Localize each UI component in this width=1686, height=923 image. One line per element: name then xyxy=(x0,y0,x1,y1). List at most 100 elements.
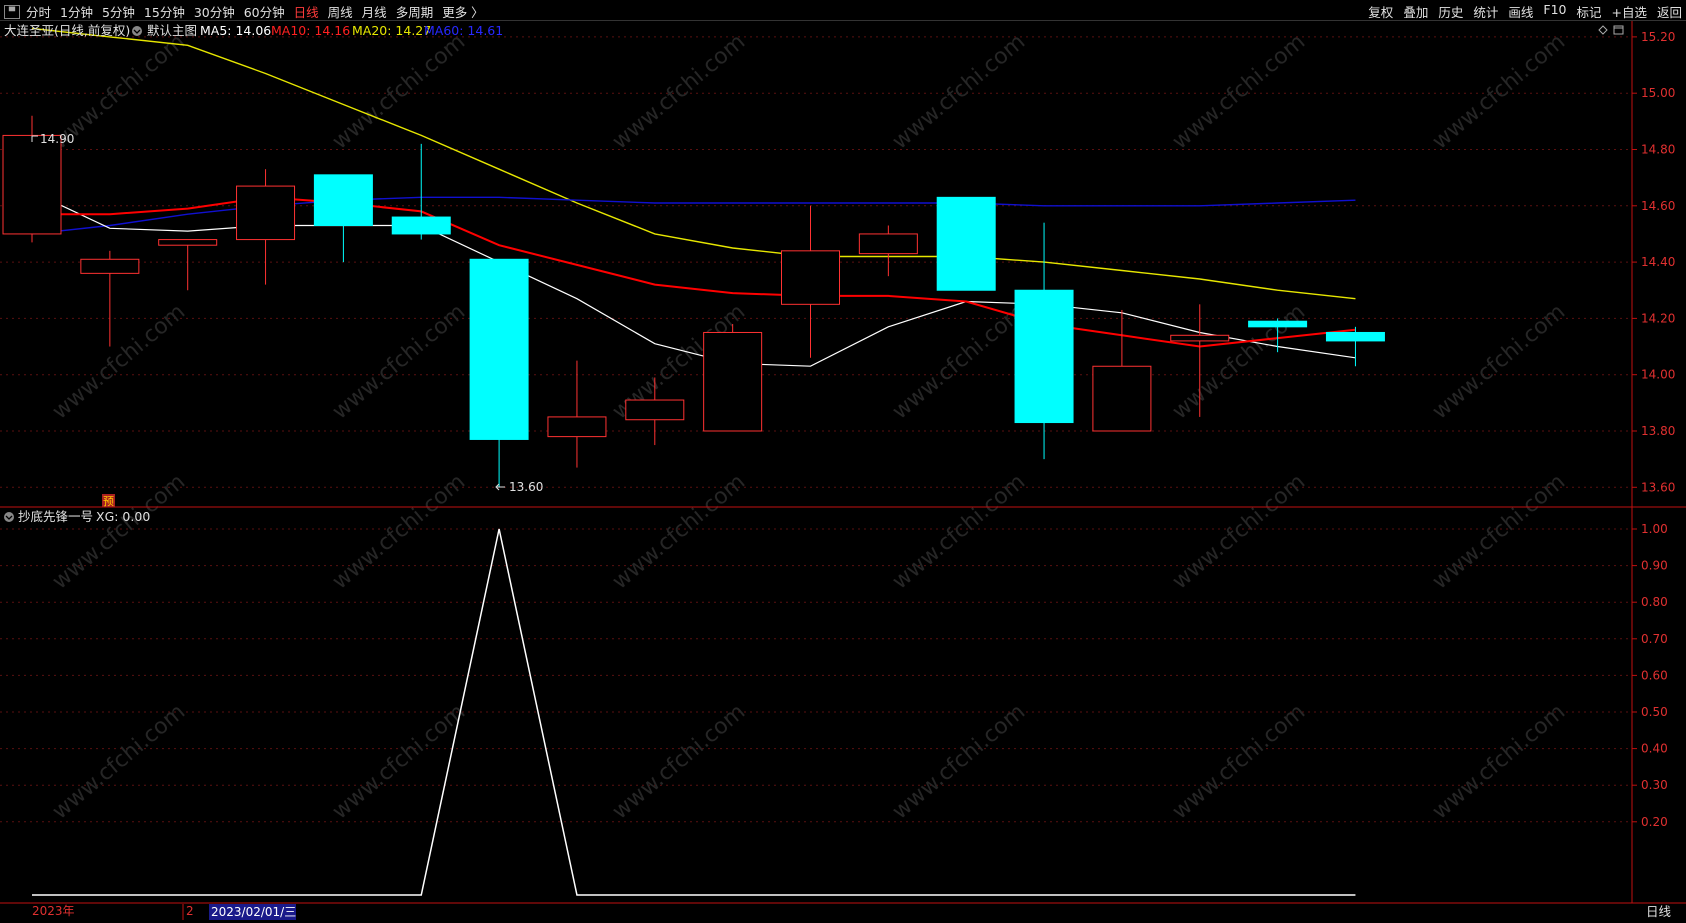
candle-body-up[interactable] xyxy=(858,233,918,255)
chart-canvas[interactable]: www.cfchi.com www.cfchi.com www.cfchi.com w… xyxy=(0,0,1686,923)
main-y-tick-label: 13.60 xyxy=(1641,480,1675,494)
watermark-text: www.cfchi.com xyxy=(1428,299,1570,424)
candle-body-up[interactable] xyxy=(703,331,763,432)
candle[interactable] xyxy=(547,360,607,468)
main-panel-title[interactable]: 大连圣亚(日线,前复权) xyxy=(4,23,130,38)
candle[interactable] xyxy=(781,205,840,358)
period-tabs: ▀ 分时 1分钟 5分钟 15分钟 30分钟 60分钟 日线 周线 月线 多周期 更多 〉 xyxy=(4,2,493,21)
watermark-text: www.cfchi.com xyxy=(608,469,750,594)
period-tab-9[interactable]: 多周期 xyxy=(396,2,434,21)
period-tab-10[interactable]: 更多 〉 xyxy=(442,2,483,21)
period-tab-8[interactable]: 月线 xyxy=(362,2,387,21)
candle-body-down[interactable] xyxy=(391,216,451,235)
toolbar-button-2[interactable]: 历史 xyxy=(1438,2,1463,21)
candle-body-down[interactable] xyxy=(936,196,996,291)
template-label[interactable]: 默认主图 xyxy=(147,23,197,38)
candle-body-up[interactable] xyxy=(2,134,62,235)
xg-line xyxy=(32,528,1356,896)
candles[interactable] xyxy=(2,115,1385,488)
window-icon[interactable]: ▀ xyxy=(4,4,20,19)
watermark-text: www.cfchi.com xyxy=(1428,699,1570,824)
watermark-layer: www.cfchi.com www.cfchi.com www.cfchi.com w… xyxy=(48,29,1570,824)
main-y-tick-label: 15.20 xyxy=(1641,30,1675,44)
grid-layer xyxy=(0,36,1632,823)
candle-body-up[interactable] xyxy=(1170,334,1230,342)
sub-y-tick-label: 0.40 xyxy=(1641,742,1668,756)
candle-body-up[interactable] xyxy=(1092,365,1152,432)
candle[interactable] xyxy=(936,196,996,291)
candle-body-down[interactable] xyxy=(1325,331,1385,342)
watermark-text: www.cfchi.com xyxy=(888,699,1030,824)
candle[interactable] xyxy=(236,169,296,285)
candle[interactable] xyxy=(703,324,763,432)
watermark-text: www.cfchi.com xyxy=(328,469,470,594)
candle[interactable] xyxy=(391,143,451,240)
period-tab-2[interactable]: 5分钟 xyxy=(102,2,135,21)
candle[interactable] xyxy=(1325,326,1385,367)
candle[interactable] xyxy=(1092,309,1152,432)
candle[interactable] xyxy=(313,174,373,263)
low-marker: 13.60 xyxy=(509,480,543,494)
watermark-text: www.cfchi.com xyxy=(608,29,750,154)
candle-body-up[interactable] xyxy=(236,185,296,241)
toolbar-button-1[interactable]: 叠加 xyxy=(1403,2,1428,21)
candle-body-down[interactable] xyxy=(1248,320,1308,328)
main-y-tick-label: 14.00 xyxy=(1641,368,1675,382)
forecast-badge[interactable]: 预 xyxy=(103,495,114,508)
cursor-date: 2023/02/01/三 xyxy=(211,905,296,919)
ma5-label: MA5: 14.06 xyxy=(200,23,271,38)
toolbar-button-6[interactable]: 标记 xyxy=(1576,2,1601,21)
candle-body-up[interactable] xyxy=(547,416,607,438)
main-y-tick-label: 14.80 xyxy=(1641,142,1675,156)
candle-body-up[interactable] xyxy=(80,258,140,274)
toolbar-button-0[interactable]: 复权 xyxy=(1368,2,1393,21)
watermark-text: www.cfchi.com xyxy=(48,699,190,824)
sub-y-tick-label: 1.00 xyxy=(1641,522,1668,536)
indicator-dropdown-icon[interactable] xyxy=(4,512,14,522)
toolbar-button-4[interactable]: 画线 xyxy=(1508,2,1533,21)
candle-body-up[interactable] xyxy=(158,239,218,246)
toolbar-button-3[interactable]: 统计 xyxy=(1473,2,1498,21)
candle-body-up[interactable] xyxy=(625,399,685,421)
period-tab-3[interactable]: 15分钟 xyxy=(144,2,185,21)
indicator-title[interactable]: 抄底先锋一号 xyxy=(18,509,93,524)
toolbar-button-5[interactable]: F10 xyxy=(1543,2,1566,21)
candle[interactable] xyxy=(80,250,140,347)
period-tab-4[interactable]: 30分钟 xyxy=(194,2,235,21)
candle-body-down[interactable] xyxy=(469,258,529,440)
ma10-label: MA10: 14.16 xyxy=(271,23,350,38)
indicator-series xyxy=(32,528,1356,896)
watermark-text: www.cfchi.com xyxy=(1168,29,1310,154)
top-toolbar: ▀ 分时 1分钟 5分钟 15分钟 30分钟 60分钟 日线 周线 月线 多周期 更多 〉 复权 叠加… xyxy=(0,0,1686,21)
diamond-icon[interactable] xyxy=(1598,25,1608,35)
period-label[interactable]: 日线 xyxy=(1646,904,1672,919)
toolbar-button-8[interactable]: 返回 xyxy=(1657,2,1682,21)
watermark-text: www.cfchi.com xyxy=(1168,699,1310,824)
watermark-text: www.cfchi.com xyxy=(888,29,1030,154)
candle[interactable] xyxy=(1014,222,1074,460)
ma10-line xyxy=(32,196,1356,348)
main-y-tick-label: 13.80 xyxy=(1641,424,1675,438)
main-y-tick-label: 14.60 xyxy=(1641,199,1675,213)
high-marker: 14.90 xyxy=(40,132,74,146)
candle-body-up[interactable] xyxy=(781,250,840,305)
period-tab-6[interactable]: 日线 xyxy=(294,2,319,21)
candle-body-down[interactable] xyxy=(1014,289,1074,424)
toolbar-actions: 复权 叠加 历史 统计 画线 F10 标记 +自选 返回 xyxy=(1358,2,1682,21)
footer-year-label: 2023年 xyxy=(32,904,75,918)
watermark-text: www.cfchi.com xyxy=(888,469,1030,594)
template-dropdown-icon[interactable] xyxy=(132,26,142,36)
watermark-text: www.cfchi.com xyxy=(888,299,1030,424)
period-tab-0[interactable]: 分时 xyxy=(26,2,51,21)
watermark-text: www.cfchi.com xyxy=(608,699,750,824)
candle-body-down[interactable] xyxy=(313,174,373,226)
period-tab-5[interactable]: 60分钟 xyxy=(244,2,285,21)
toolbar-button-7[interactable]: +自选 xyxy=(1612,2,1647,21)
candle[interactable] xyxy=(158,239,218,291)
candle[interactable] xyxy=(858,225,918,277)
candle[interactable] xyxy=(469,258,529,488)
period-tab-1[interactable]: 1分钟 xyxy=(60,2,93,21)
ma20-label: MA20: 14.27 xyxy=(352,23,431,38)
period-tab-7[interactable]: 周线 xyxy=(328,2,353,21)
window-layout-icon[interactable] xyxy=(1613,25,1624,35)
